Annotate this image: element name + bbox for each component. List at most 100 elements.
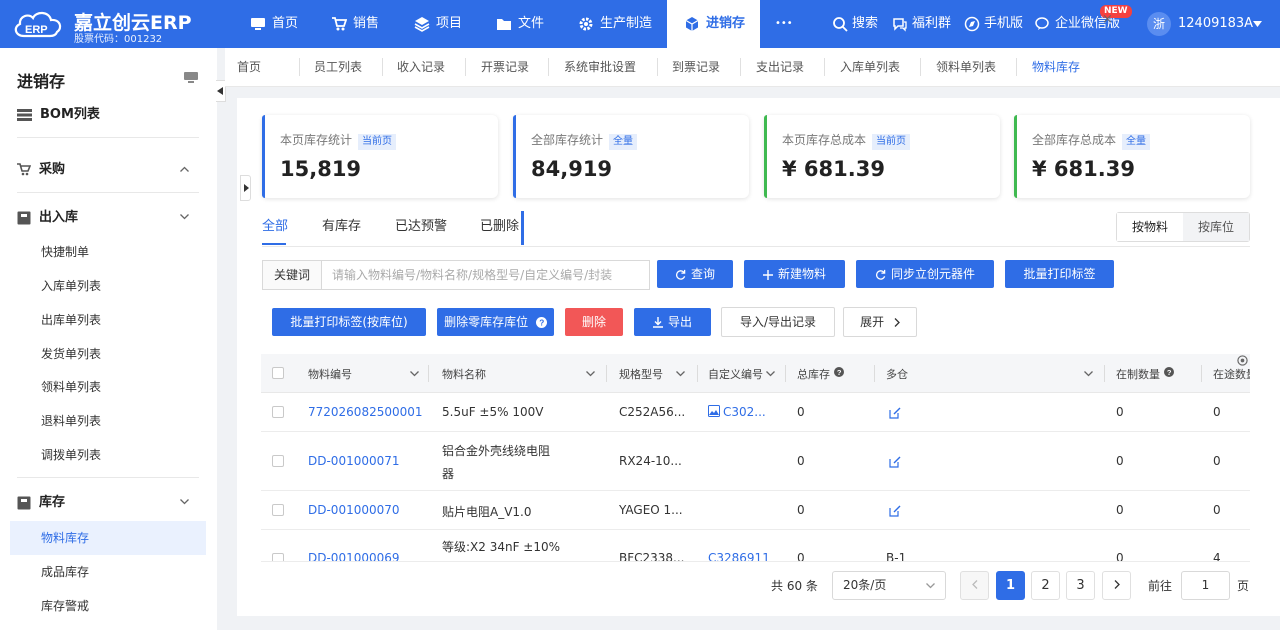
sidebar-section-purchase[interactable]: 采购	[17, 158, 197, 182]
sidebar-item-bom[interactable]: BOM列表	[17, 103, 197, 127]
tab-material-stock[interactable]: 物料库存	[1032, 48, 1080, 87]
caret-down-icon[interactable]	[1253, 21, 1262, 27]
list-icon	[17, 108, 32, 121]
filter-tab-all[interactable]: 全部	[262, 216, 288, 238]
sidebar-item-inbound-list[interactable]: 入库单列表	[41, 276, 101, 296]
material-code-link[interactable]: DD-001000071	[308, 454, 400, 468]
edit-icon[interactable]	[889, 407, 901, 419]
scope-badge: 全量	[609, 134, 638, 150]
col-material-code[interactable]: 物料编号	[308, 354, 352, 393]
view-by-material[interactable]: 按物料	[1117, 213, 1183, 241]
panel-expand-handle[interactable]	[240, 175, 251, 201]
page-1-button[interactable]: 1	[996, 571, 1025, 600]
edit-icon[interactable]	[889, 456, 901, 468]
page-size-select[interactable]: 20条/页	[832, 571, 946, 600]
nav-home[interactable]: 首页	[250, 0, 298, 48]
sidebar-item-material-stock[interactable]: 物料库存	[41, 528, 89, 548]
row-checkbox[interactable]	[272, 406, 284, 418]
batch-print-labels-button[interactable]: 批量打印标签	[1005, 260, 1114, 288]
sidebar-item-transfer-list[interactable]: 调拨单列表	[41, 445, 101, 465]
col-total-stock[interactable]: 总库存 ?	[797, 354, 844, 393]
page-3-button[interactable]: 3	[1066, 571, 1095, 600]
welfare-group-tool[interactable]: 福利群	[892, 0, 951, 48]
material-code-link[interactable]: DD-001000070	[308, 503, 400, 517]
close-icon[interactable]: ×	[1102, 0, 1113, 39]
prev-page-button[interactable]	[960, 571, 989, 600]
custom-code-link[interactable]: C3286911	[708, 551, 770, 561]
nav-manufacturing[interactable]: 生产制造	[578, 0, 652, 48]
row-checkbox[interactable]	[272, 455, 284, 467]
svg-text:?: ?	[539, 319, 544, 328]
username[interactable]: 12409183A	[1178, 0, 1253, 48]
tab-invoice-received[interactable]: 到票记录	[672, 48, 720, 87]
filter-tab-in-stock[interactable]: 有库存	[322, 216, 361, 238]
tab-expenses[interactable]: 支出记录	[756, 48, 804, 87]
nav-inventory[interactable]: 进销存	[667, 0, 760, 48]
nav-files[interactable]: 文件	[496, 0, 544, 48]
avatar[interactable]: 浙	[1147, 12, 1171, 36]
tab-picking-list[interactable]: 领料单列表	[936, 48, 996, 87]
batch-print-by-location-button[interactable]: 批量打印标签(按库位)	[272, 308, 426, 336]
custom-code-link[interactable]: C302...	[708, 405, 766, 419]
card-value: ¥ 681.39	[1032, 157, 1135, 181]
sidebar-section-stock[interactable]: 库存	[17, 491, 197, 515]
keyword-search-input[interactable]	[321, 260, 650, 290]
sidebar-section-inout[interactable]: 出入库	[17, 206, 197, 230]
col-in-production[interactable]: 在制数量 ?	[1116, 354, 1174, 393]
image-icon	[708, 405, 720, 417]
view-by-location[interactable]: 按库位	[1183, 213, 1249, 241]
expand-button[interactable]: 展开	[843, 307, 917, 337]
query-button[interactable]: 查询	[657, 260, 733, 288]
col-custom-code[interactable]: 自定义编号	[708, 354, 763, 393]
sidebar-item-shipping-list[interactable]: 发货单列表	[41, 344, 101, 364]
delete-zero-stock-button[interactable]: 删除零库存库位 ?	[437, 308, 554, 336]
tab-inbound-list[interactable]: 入库单列表	[840, 48, 900, 87]
tab-home[interactable]: 首页	[237, 48, 261, 87]
tab-employees[interactable]: 员工列表	[314, 48, 362, 87]
chevron-down-icon[interactable]	[676, 371, 685, 377]
cube-icon	[685, 16, 699, 31]
row-checkbox[interactable]	[272, 504, 284, 516]
chevron-down-icon[interactable]	[410, 371, 419, 377]
layers-icon	[414, 16, 430, 32]
nav-project[interactable]: 项目	[414, 0, 462, 48]
chevron-down-icon[interactable]	[766, 371, 775, 377]
goto-page-input[interactable]: 1	[1181, 571, 1230, 600]
nav-more[interactable]: •••	[775, 0, 793, 48]
page-2-button[interactable]: 2	[1031, 571, 1060, 600]
sidebar-item-product-stock[interactable]: 成品库存	[41, 562, 89, 582]
tab-invoicing[interactable]: 开票记录	[481, 48, 529, 87]
import-export-records-button[interactable]: 导入/导出记录	[721, 307, 835, 337]
chevron-down-icon[interactable]	[586, 371, 595, 377]
col-material-name[interactable]: 物料名称	[442, 354, 486, 393]
mobile-version-tool[interactable]: 手机版	[964, 0, 1023, 48]
edit-icon[interactable]	[889, 505, 901, 517]
tab-income[interactable]: 收入记录	[397, 48, 445, 87]
row-checkbox[interactable]	[272, 553, 284, 561]
tab-approval-settings[interactable]: 系统审批设置	[564, 48, 636, 87]
search-tool[interactable]: 搜索	[832, 0, 878, 48]
delete-button[interactable]: 删除	[565, 308, 623, 336]
material-code-link[interactable]: DD-001000069	[308, 551, 400, 561]
next-page-button[interactable]	[1102, 571, 1131, 600]
filter-tab-alert[interactable]: 已达预警	[395, 216, 447, 238]
nav-sales[interactable]: 销售	[331, 0, 379, 48]
monitor-toggle-icon[interactable]	[184, 72, 198, 84]
sidebar-item-outbound-list[interactable]: 出库单列表	[41, 310, 101, 330]
sidebar-item-picking-list[interactable]: 领料单列表	[41, 377, 101, 397]
col-multi-warehouse[interactable]: 多仓	[886, 354, 908, 393]
col-spec[interactable]: 规格型号	[619, 354, 663, 393]
export-button[interactable]: 导出	[634, 308, 711, 336]
sidebar-item-stock-alert[interactable]: 库存警戒	[41, 596, 89, 616]
sidebar-item-return-list[interactable]: 退料单列表	[41, 411, 101, 431]
column-settings-icon[interactable]	[1237, 355, 1248, 366]
sidebar-item-quick-order[interactable]: 快捷制单	[41, 242, 89, 262]
new-material-button[interactable]: 新建物料	[744, 260, 845, 288]
material-name: 铝合金外壳线绕电阻	[442, 444, 551, 458]
sync-components-button[interactable]: 同步立创元器件	[856, 260, 994, 288]
chevron-down-icon[interactable]	[1084, 371, 1093, 377]
material-code-link[interactable]: 772026082500001	[308, 405, 423, 419]
select-all-checkbox[interactable]	[272, 367, 284, 379]
filter-tab-deleted[interactable]: 已删除	[480, 216, 519, 238]
brand-logo[interactable]: ERP 嘉立创云ERP 股票代码：001232	[12, 6, 212, 45]
